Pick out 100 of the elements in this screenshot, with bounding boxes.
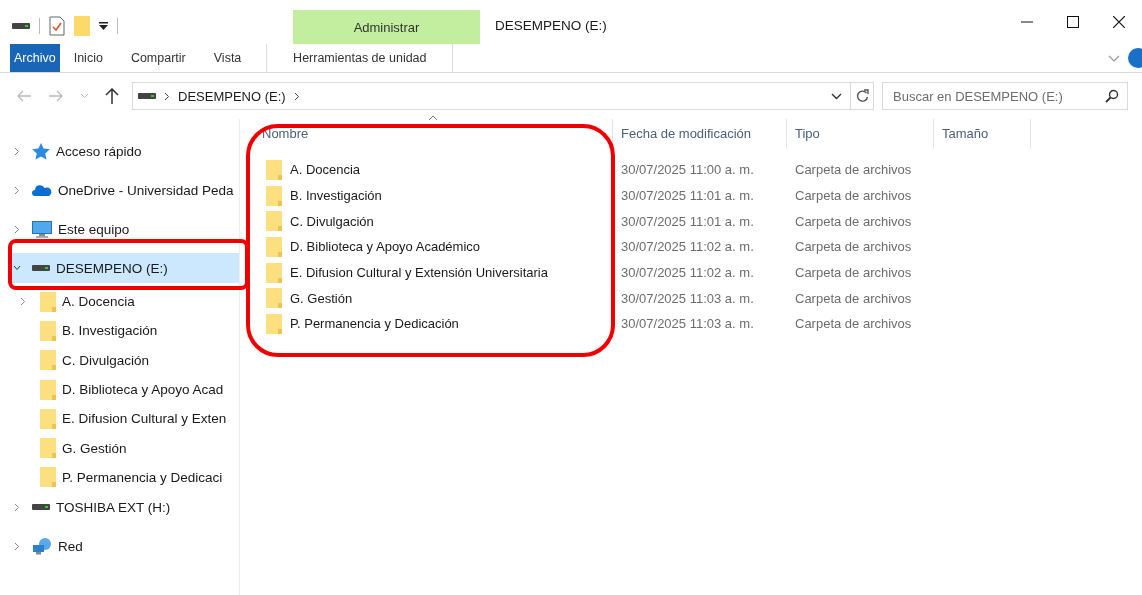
ribbon-tab[interactable]: Inicio [59, 44, 117, 72]
navigation-label: Red [58, 538, 83, 554]
date-cell-text: 30/07/2025 11:01 a. m. [620, 188, 755, 204]
file-name: D. Biblioteca y Apoyo Académico [290, 239, 481, 255]
file-name: A. Docencia [290, 162, 361, 178]
navigation-item[interactable]: OneDrive - Universidad Peda [0, 175, 239, 205]
date-cell-text: 30/07/2025 11:01 a. m. [620, 213, 755, 229]
drive-icon[interactable] [12, 22, 30, 30]
maximize-icon [1067, 16, 1079, 28]
sort-ascending-icon [428, 115, 438, 121]
type-cell-text: Carpeta de archivos [794, 290, 913, 306]
folder-icon [40, 320, 56, 341]
navigation-label: DESEMPENO (E:) [56, 260, 168, 276]
type-cell-text: Carpeta de archivos [794, 316, 913, 332]
chevron-icon[interactable] [293, 91, 300, 101]
folder-icon [266, 313, 282, 334]
file-row[interactable]: B. Investigación 30/07/2025 11:01 a. m. Carpeta de archivos [254, 182, 1142, 209]
type-cell-text: Carpeta de archivos [794, 162, 913, 178]
monitor-icon [32, 220, 52, 238]
folder-item[interactable]: P. Permanencia y Dedicaci [0, 462, 239, 493]
folder-icon [266, 185, 282, 206]
date-cell-text: 30/07/2025 11:02 a. m. [620, 239, 755, 255]
type-cell-text: Carpeta de archivos [794, 188, 913, 204]
navigation-item[interactable]: DESEMPENO (E:) [12, 253, 239, 283]
folder-icon [40, 291, 56, 312]
file-row[interactable]: A. Docencia 30/07/2025 11:00 a. m. Carpeta de archivos [254, 157, 1142, 183]
properties-icon[interactable] [49, 16, 65, 36]
drive-icon [32, 503, 50, 512]
back-icon[interactable] [16, 90, 32, 102]
navigation-item[interactable]: Este equipo [0, 214, 239, 244]
window-title: DESEMPENO (E:) [495, 16, 607, 33]
navigation-label: TOSHIBA EXT (H:) [56, 499, 171, 515]
folder-icon [266, 262, 282, 283]
file-row[interactable]: D. Biblioteca y Apoyo Académico 30/07/2025 11:02 a. m. Carpeta de archivos [254, 234, 1142, 260]
forward-icon[interactable] [48, 90, 64, 102]
network-icon [32, 537, 52, 556]
column-header[interactable]: Tipo [787, 119, 934, 149]
context-group-header: Administrar [293, 10, 480, 44]
column-header[interactable]: Tamaño [934, 119, 1031, 149]
file-row[interactable]: C. Divulgación 30/07/2025 11:01 a. m. Carpeta de archivos [254, 208, 1142, 235]
ribbon-tab[interactable]: Archivo [10, 44, 60, 72]
folder-icon [266, 211, 282, 232]
search-icon [1105, 89, 1119, 103]
search-field[interactable]: Buscar en DESEMPENO (E:) [882, 82, 1128, 110]
file-name: P. Permanencia y Dedicación [290, 316, 459, 332]
refresh-icon [855, 89, 869, 103]
dropdown-icon[interactable] [99, 22, 108, 30]
file-name: B. Investigación [290, 188, 382, 204]
date-cell-text: 30/07/2025 11:02 a. m. [620, 265, 755, 281]
expand-ribbon-icon[interactable] [1108, 54, 1120, 62]
navigation-label: Acceso rápido [56, 143, 142, 159]
minimize-icon [1021, 21, 1033, 23]
ribbon-tab[interactable]: Vista [199, 44, 256, 72]
folder-label: B. Investigación [62, 323, 158, 339]
folder-label: G. Gestión [62, 440, 127, 456]
ribbon-tab[interactable]: Compartir [116, 44, 200, 72]
drive-icon [32, 264, 50, 272]
cloud-icon [32, 184, 52, 196]
folder-icon [266, 159, 282, 180]
column-header[interactable]: Nombre [254, 119, 613, 149]
folder-icon [266, 288, 282, 309]
type-cell-text: Carpeta de archivos [794, 213, 913, 229]
history-dropdown-icon[interactable] [831, 92, 842, 100]
column-header[interactable]: Fecha de modificación [613, 119, 787, 149]
folder-icon [266, 236, 282, 257]
folder-label: A. Docencia [62, 294, 135, 310]
file-name: E. Difusion Cultural y Extensión Universitaria [290, 265, 548, 281]
navigation-item[interactable]: Acceso rápido [0, 136, 239, 166]
folder-item[interactable]: A. Docencia [0, 287, 239, 317]
folder-icon [40, 350, 56, 371]
folder-item[interactable]: G. Gestión [0, 433, 239, 463]
date-cell-text: 30/07/2025 11:03 a. m. [620, 290, 755, 306]
folder-item[interactable]: C. Divulgación [0, 345, 239, 375]
folder-item[interactable]: E. Difusion Cultural y Exten [0, 404, 239, 434]
folder-item[interactable]: B. Investigación [0, 316, 239, 346]
up-icon[interactable] [105, 88, 119, 104]
drive-icon [138, 92, 156, 100]
folder-icon [40, 467, 56, 488]
folder-label: C. Divulgación [62, 352, 150, 368]
folder-icon [40, 379, 56, 400]
ribbon-tab[interactable]: Herramientas de unidad [266, 44, 454, 72]
file-row[interactable]: P. Permanencia y Dedicación 30/07/2025 11:03 a. m. Carpeta de archivos [254, 311, 1142, 337]
recent-locations-icon[interactable] [80, 93, 89, 99]
date-cell-text: 30/07/2025 11:03 a. m. [620, 316, 755, 332]
star-icon [32, 142, 50, 160]
breadcrumb[interactable]: DESEMPENO (E:) [178, 88, 286, 104]
folder-label: E. Difusion Cultural y Exten [62, 411, 227, 427]
folder-icon [40, 408, 56, 429]
file-row[interactable]: G. Gestión 30/07/2025 11:03 a. m. Carpeta de archivos [254, 285, 1142, 312]
address-bar[interactable]: DESEMPENO (E:) [132, 82, 874, 110]
navigation-item[interactable]: Red [0, 531, 239, 562]
file-name: G. Gestión [290, 290, 353, 306]
collapsed-chevron-icon[interactable] [20, 297, 26, 307]
navigation-item[interactable]: TOSHIBA EXT (H:) [0, 492, 239, 523]
date-cell-text: 30/07/2025 11:00 a. m. [620, 162, 755, 178]
chevron-icon[interactable] [164, 91, 170, 101]
folder-label: P. Permanencia y Dedicaci [62, 469, 223, 485]
folder-item[interactable]: D. Biblioteca y Apoyo Acad [0, 374, 239, 405]
help-icon[interactable] [1128, 48, 1142, 68]
file-row[interactable]: E. Difusion Cultural y Extensión Universitaria 30/07/2025 11:02 a. m. Carpeta de archivos [254, 259, 1142, 286]
